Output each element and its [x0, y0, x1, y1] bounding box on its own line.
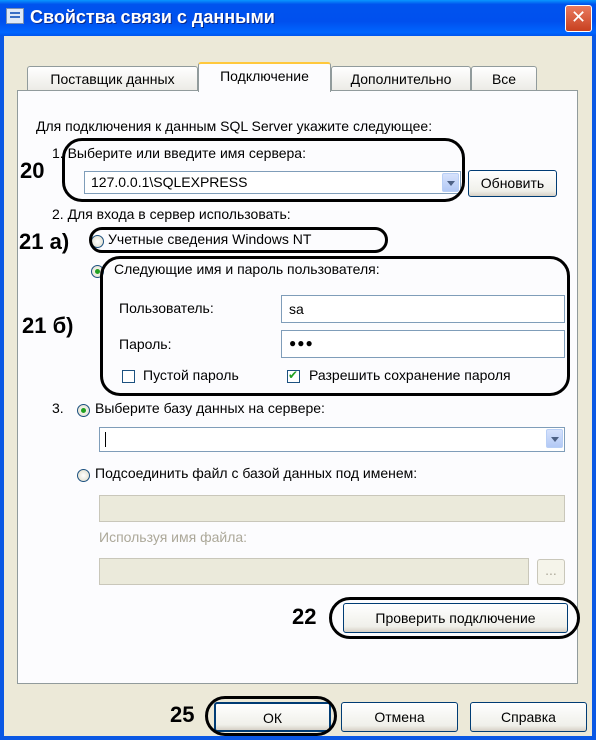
select-db-label: Выберите базу данных на сервере:	[95, 400, 325, 416]
password-input[interactable]: ●●●	[281, 330, 565, 358]
windows-nt-label: Учетные сведения Windows NT	[108, 231, 312, 247]
server-value: 127.0.0.1\SQLEXPRESS	[91, 174, 248, 190]
tab-connection[interactable]: Подключение	[198, 62, 331, 92]
attach-file-input[interactable]	[99, 495, 565, 522]
title-bar[interactable]: Свойства связи с данными ✕	[0, 0, 596, 36]
annotation-21a: 21 а)	[19, 229, 70, 254]
database-combo[interactable]	[99, 427, 565, 452]
user-input[interactable]: sa	[281, 295, 565, 323]
windows-nt-radio[interactable]	[91, 235, 104, 248]
close-icon: ✕	[570, 7, 587, 28]
attach-file-label: Подсоединить файл с базой данных под име…	[95, 465, 418, 481]
server-combo[interactable]: 127.0.0.1\SQLEXPRESS	[84, 171, 461, 194]
window-title: Свойства связи с данными	[30, 7, 275, 27]
use-filename-label: Используя имя файла:	[99, 529, 248, 545]
test-connection-button[interactable]: Проверить подключение	[343, 603, 568, 633]
chevron-down-icon[interactable]	[546, 429, 563, 448]
chevron-down-icon[interactable]	[442, 173, 459, 192]
allow-save-label: Разрешить сохранение пароля	[309, 367, 511, 383]
user-pass-radio[interactable]	[91, 265, 104, 278]
tab-advanced[interactable]: Дополнительно	[331, 66, 471, 90]
step3-label: 3.	[52, 400, 64, 416]
blank-password-label: Пустой пароль	[143, 367, 239, 383]
intro-text: Для подключения к данным SQL Server укаж…	[36, 118, 433, 134]
annotation-22: 22	[292, 604, 317, 629]
password-value: ●●●	[289, 336, 314, 350]
help-button[interactable]: Справка	[470, 702, 587, 732]
text-caret	[105, 432, 106, 447]
user-value: sa	[289, 301, 304, 317]
step2-label: 2. Для входа в сервер использовать:	[52, 206, 291, 222]
cancel-button[interactable]: Отмена	[341, 702, 458, 732]
user-label: Пользователь:	[119, 300, 214, 316]
attach-file-radio[interactable]	[77, 469, 90, 482]
user-pass-label: Следующие имя и пароль пользователя:	[114, 261, 380, 277]
refresh-button[interactable]: Обновить	[468, 170, 557, 197]
dialog-window: Свойства связи с данными ✕ Поставщик дан…	[0, 0, 596, 740]
annotation-21b: 21 б)	[22, 313, 74, 338]
tab-all[interactable]: Все	[471, 66, 537, 90]
blank-password-checkbox[interactable]	[122, 370, 135, 383]
data-link-icon	[6, 8, 24, 24]
filename-input[interactable]	[99, 558, 529, 585]
annotation-20: 20	[20, 158, 45, 183]
ok-button[interactable]: ОК	[214, 702, 331, 732]
select-db-radio[interactable]	[77, 404, 90, 417]
password-label: Пароль:	[119, 336, 172, 352]
annotation-25: 25	[170, 702, 195, 727]
tab-provider[interactable]: Поставщик данных	[27, 66, 198, 90]
close-button[interactable]: ✕	[565, 5, 592, 32]
step1-label: 1. Выберите или введите имя сервера:	[52, 145, 306, 161]
allow-save-checkbox[interactable]	[287, 368, 300, 383]
browse-button[interactable]: ...	[537, 559, 565, 585]
